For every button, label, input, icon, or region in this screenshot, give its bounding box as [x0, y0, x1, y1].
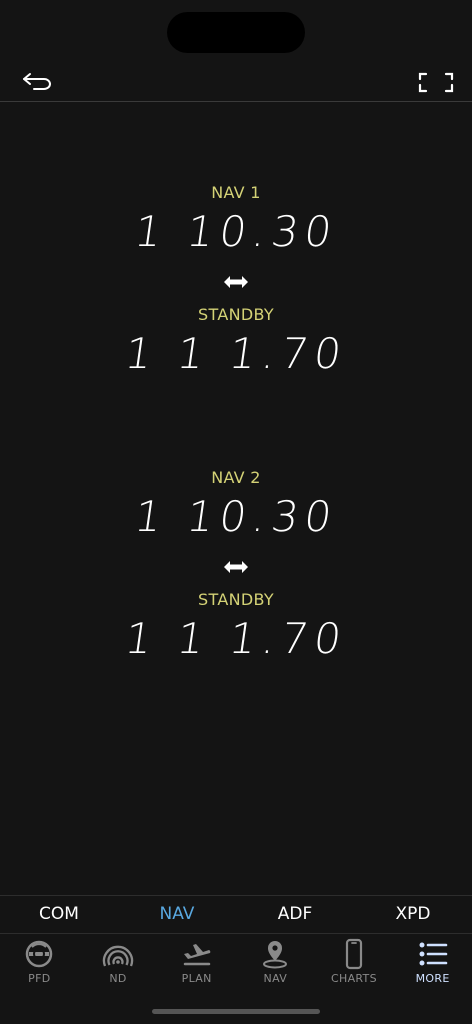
- nav-item-pfd[interactable]: PFD: [0, 933, 79, 993]
- nav1-swap-button[interactable]: [222, 274, 250, 290]
- tab-nav[interactable]: NAV: [118, 896, 236, 933]
- nav-item-plan[interactable]: PLAN: [157, 933, 236, 993]
- tab-xpd[interactable]: XPD: [354, 896, 472, 933]
- nav-item-label: PFD: [28, 972, 51, 985]
- list-icon: [419, 942, 447, 966]
- dynamic-island: [167, 12, 305, 53]
- bottom-nav: PFD ND PLAN NAV CHARTS MORE: [0, 933, 472, 993]
- radar-icon: [102, 945, 134, 967]
- nav1-standby-frequency[interactable]: 1 1 1.70: [0, 329, 472, 378]
- tab-adf[interactable]: ADF: [236, 896, 354, 933]
- nav2-active-frequency[interactable]: 1 10.30: [0, 492, 472, 541]
- nav2-standby-frequency[interactable]: 1 1 1.70: [0, 614, 472, 663]
- tab-com[interactable]: COM: [0, 896, 118, 933]
- back-arrow-icon: [23, 73, 51, 90]
- swap-arrows-icon: [224, 276, 248, 288]
- nav-item-nd[interactable]: ND: [79, 933, 158, 993]
- home-indicator[interactable]: [152, 1009, 320, 1014]
- nav-item-label: MORE: [415, 972, 450, 985]
- nav2-swap-button[interactable]: [222, 559, 250, 575]
- swap-arrows-icon: [224, 561, 248, 573]
- nav2-standby-label: STANDBY: [198, 590, 274, 609]
- nav-item-label: CHARTS: [331, 972, 377, 985]
- plane-departure-icon: [183, 944, 210, 966]
- phone-chart-icon: [345, 938, 363, 970]
- nav-item-label: NAV: [263, 972, 288, 985]
- top-bar: [0, 60, 472, 102]
- nav-item-more[interactable]: MORE: [393, 933, 472, 993]
- nav-item-label: PLAN: [181, 972, 212, 985]
- fullscreen-icon: [418, 72, 454, 93]
- nav-item-nav[interactable]: NAV: [236, 933, 315, 993]
- fullscreen-button[interactable]: [414, 68, 458, 96]
- attitude-indicator-icon: [26, 940, 53, 968]
- nav-item-label: ND: [109, 972, 127, 985]
- nav1-label: NAV 1: [211, 183, 261, 202]
- nav-item-charts[interactable]: CHARTS: [315, 933, 394, 993]
- radio-tabs: COM NAV ADF XPD: [0, 895, 472, 934]
- screen: NAV 1 1 10.30 STANDBY 1 1 1.70 NAV 2 1 1…: [0, 0, 472, 1024]
- nav1-active-frequency[interactable]: 1 10.30: [0, 207, 472, 256]
- back-button[interactable]: [20, 68, 56, 96]
- nav1-standby-label: STANDBY: [198, 305, 274, 324]
- nav2-label: NAV 2: [211, 468, 261, 487]
- top-divider: [0, 101, 472, 102]
- map-pin-icon: [263, 941, 288, 969]
